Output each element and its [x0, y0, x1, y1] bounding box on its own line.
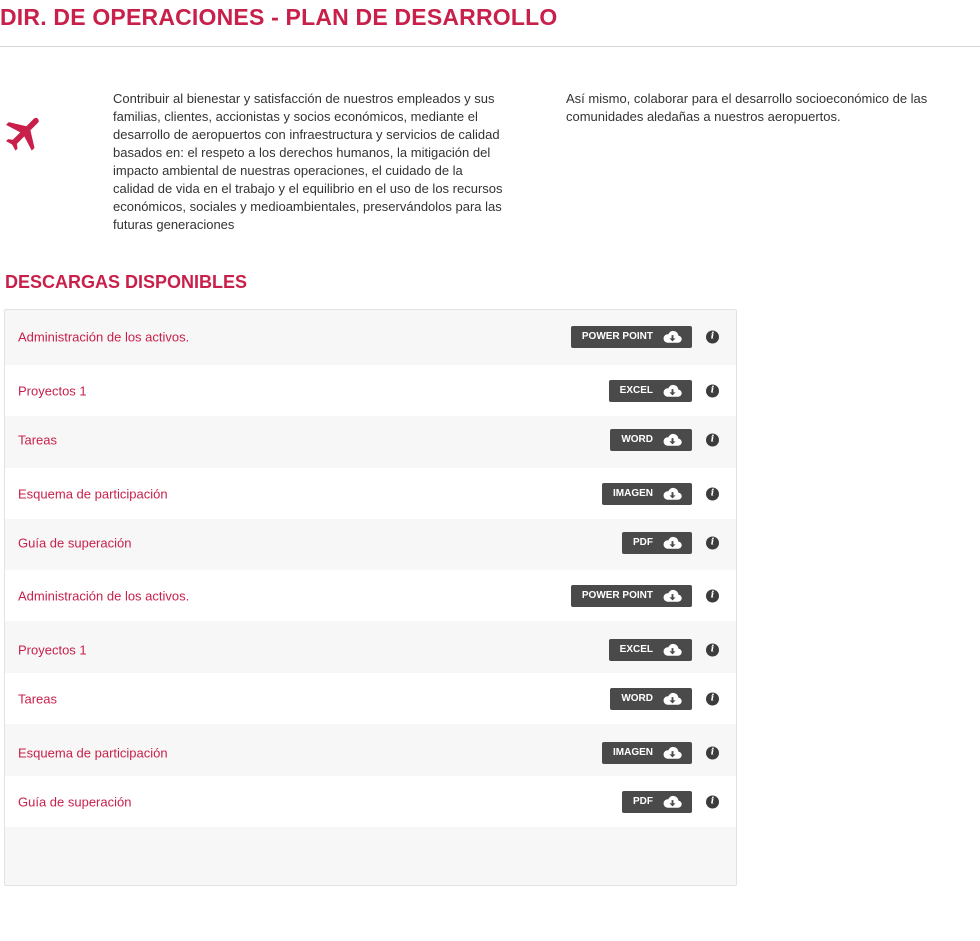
download-item-name[interactable]: Proyectos 1 — [18, 642, 87, 657]
download-button[interactable]: WORD — [610, 428, 692, 451]
info-icon[interactable]: i — [706, 536, 719, 549]
download-row: Proyectos 1 EXCEL i — [5, 624, 736, 675]
download-item-name[interactable]: Guía de superación — [18, 794, 131, 809]
file-type-label: PDF — [633, 537, 653, 548]
info-icon[interactable]: i — [706, 433, 719, 446]
file-type-label: WORD — [621, 434, 653, 445]
info-icon[interactable]: i — [706, 487, 719, 500]
download-item-name[interactable]: Esquema de participación — [18, 486, 168, 501]
info-icon[interactable]: i — [706, 692, 719, 705]
page-title: DIR. DE OPERACIONES - PLAN DE DESARROLLO — [0, 4, 558, 30]
downloads-list: Administración de los activos. POWER POI… — [4, 309, 737, 886]
cloud-download-icon — [663, 746, 682, 759]
cloud-download-icon — [663, 692, 682, 705]
download-item-name[interactable]: Tareas — [18, 432, 57, 447]
intro-paragraph-secondary: Así mismo, colaborar para el desarrollo … — [566, 91, 928, 124]
download-button[interactable]: EXCEL — [608, 638, 692, 661]
file-type-label: EXCEL — [619, 644, 653, 655]
download-button[interactable]: POWER POINT — [570, 584, 692, 607]
info-icon[interactable]: i — [706, 643, 719, 656]
cloud-download-icon — [663, 643, 682, 656]
download-item-name[interactable]: Esquema de participación — [18, 745, 168, 760]
intro-paragraph-main: Contribuir al bienestar y satisfacción d… — [113, 91, 503, 232]
download-button[interactable]: IMAGEN — [602, 741, 692, 764]
download-row: Guía de superación PDF i — [5, 517, 736, 568]
cloud-download-icon — [663, 330, 682, 343]
cloud-download-icon — [663, 384, 682, 397]
cloud-download-icon — [663, 487, 682, 500]
download-item-name[interactable]: Administración de los activos. — [18, 329, 189, 344]
download-row: Administración de los activos. POWER POI… — [5, 570, 736, 621]
download-row: Proyectos 1 EXCEL i — [5, 365, 736, 416]
download-item-name[interactable]: Proyectos 1 — [18, 383, 87, 398]
file-type-label: PDF — [633, 796, 653, 807]
download-row: Esquema de participación IMAGEN i — [5, 468, 736, 519]
download-row: Tareas WORD i — [5, 673, 736, 724]
file-type-label: POWER POINT — [581, 590, 653, 601]
download-item-name[interactable]: Guía de superación — [18, 535, 131, 550]
info-icon[interactable]: i — [706, 330, 719, 343]
download-button[interactable]: PDF — [622, 531, 692, 554]
cloud-download-icon — [663, 433, 682, 446]
download-item-name[interactable]: Tareas — [18, 691, 57, 706]
cloud-download-icon — [663, 536, 682, 549]
download-row: Guía de superación PDF i — [5, 776, 736, 827]
download-row: Esquema de participación IMAGEN i — [5, 727, 736, 778]
cloud-download-icon — [663, 589, 682, 602]
download-button[interactable]: EXCEL — [608, 379, 692, 402]
downloads-section-title: DESCARGAS DISPONIBLES — [5, 272, 248, 292]
file-type-label: POWER POINT — [581, 331, 653, 342]
file-type-label: IMAGEN — [613, 488, 653, 499]
info-icon[interactable]: i — [706, 795, 719, 808]
file-type-label: EXCEL — [619, 385, 653, 396]
file-type-label: WORD — [621, 693, 653, 704]
info-icon[interactable]: i — [706, 384, 719, 397]
cloud-download-icon — [663, 795, 682, 808]
download-button[interactable]: WORD — [610, 687, 692, 710]
download-button[interactable]: PDF — [622, 790, 692, 813]
info-icon[interactable]: i — [706, 746, 719, 759]
title-divider — [0, 46, 980, 47]
download-button[interactable]: POWER POINT — [570, 325, 692, 348]
file-type-label: IMAGEN — [613, 747, 653, 758]
info-icon[interactable]: i — [706, 589, 719, 602]
airplane-icon — [2, 110, 48, 156]
download-item-name[interactable]: Administración de los activos. — [18, 588, 189, 603]
download-row: Administración de los activos. POWER POI… — [5, 311, 736, 362]
download-row: Tareas WORD i — [5, 414, 736, 465]
download-button[interactable]: IMAGEN — [602, 482, 692, 505]
